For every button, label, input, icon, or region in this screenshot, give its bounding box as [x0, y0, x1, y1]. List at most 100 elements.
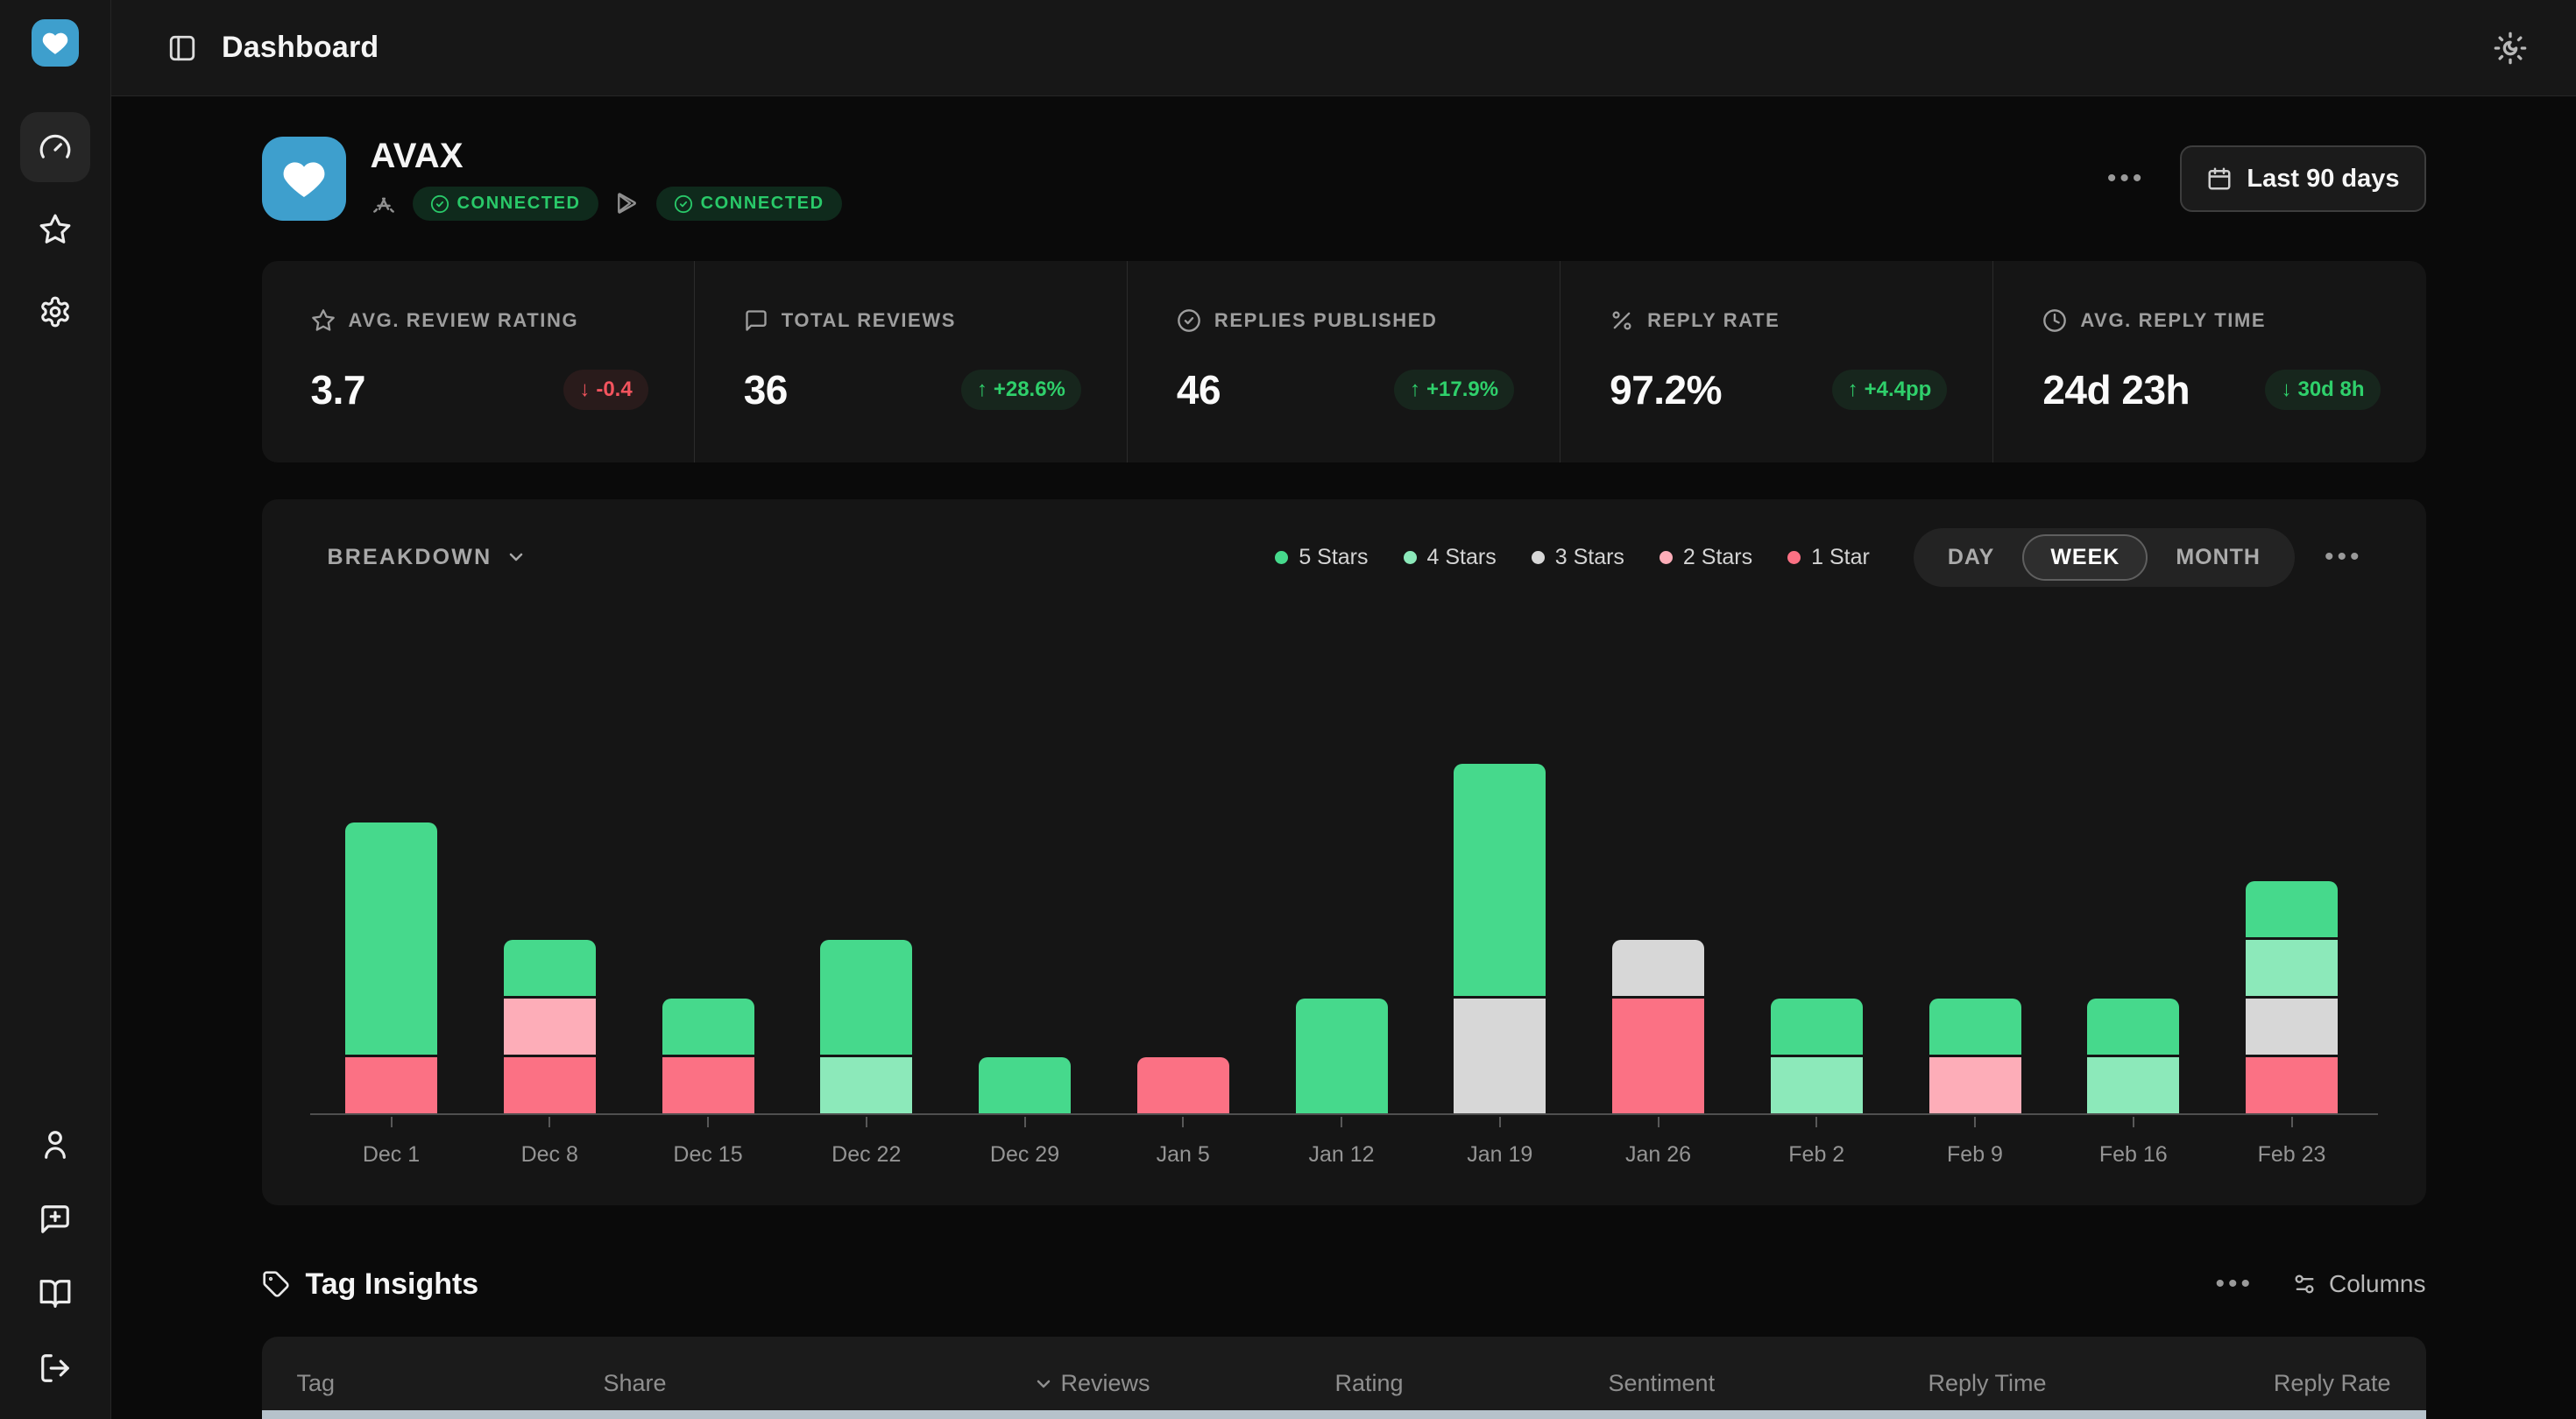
theme-toggle-button[interactable]: [2493, 31, 2528, 66]
axis-tick: [1182, 1117, 1184, 1127]
message-plus-icon: [39, 1203, 72, 1236]
check-circle-icon: [674, 194, 693, 214]
column-header-sentiment[interactable]: Sentiment: [1609, 1370, 1716, 1397]
column-header-rating[interactable]: Rating: [1335, 1370, 1404, 1397]
bar-Jan 5[interactable]: [1137, 1057, 1229, 1113]
period-option-week[interactable]: WEEK: [2022, 534, 2148, 581]
main-content: AVAX CONNECTED CON: [111, 96, 2576, 1419]
bar-segment: [345, 822, 437, 1055]
x-axis-label: Feb 23: [2218, 1142, 2367, 1168]
user-icon: [39, 1128, 72, 1161]
column-header-reply-time[interactable]: Reply Time: [1928, 1370, 2047, 1397]
bar-segment: [979, 1057, 1071, 1113]
stat-replies-published: REPLIES PUBLISHED 46 ↑+17.9%: [1127, 261, 1560, 462]
sidebar-toggle-button[interactable]: [167, 33, 197, 63]
tag-insights-header: Tag Insights Columns: [262, 1261, 2426, 1307]
axis-tick: [1341, 1117, 1342, 1127]
sidebar-item-account[interactable]: [20, 1110, 90, 1180]
column-header-reply-rate[interactable]: Reply Rate: [2274, 1370, 2391, 1397]
stat-delta-badge: ↓-0.4: [563, 370, 648, 410]
bar-segment: [504, 1057, 596, 1113]
app-store-status-badge: CONNECTED: [413, 187, 598, 221]
sidebar-item-docs[interactable]: [20, 1259, 90, 1329]
legend-dot: [1660, 551, 1673, 564]
axis-tick: [2133, 1117, 2134, 1127]
bar-Dec 8[interactable]: [504, 940, 596, 1113]
sidebar: [0, 0, 111, 1419]
legend-item: 4 Stars: [1404, 545, 1497, 570]
bar-segment: [662, 999, 754, 1055]
bar-Feb 16[interactable]: [2087, 999, 2179, 1113]
sidebar-item-settings[interactable]: [20, 277, 90, 347]
bar-segment: [2246, 881, 2338, 937]
x-axis-label: Jan 12: [1267, 1142, 1416, 1168]
chart-more-icon[interactable]: [2325, 544, 2363, 570]
stat-delta-badge: ↑+28.6%: [961, 370, 1081, 410]
star-icon: [311, 308, 336, 333]
sun-moon-icon: [2493, 31, 2528, 66]
legend-item: 5 Stars: [1275, 545, 1368, 570]
bar-segment: [2087, 1057, 2179, 1113]
bar-segment: [1137, 1057, 1229, 1113]
column-header-reviews[interactable]: Reviews: [1033, 1370, 1150, 1397]
stat-delta-badge: ↑+4.4pp: [1832, 370, 1948, 410]
bar-Feb 23[interactable]: [2246, 881, 2338, 1113]
kpi-stats-panel: AVG. REVIEW RATING 3.7 ↓-0.4 TOTAL REVIE…: [262, 261, 2426, 462]
bar-segment: [2246, 1057, 2338, 1113]
legend-item: 1 Star: [1787, 545, 1870, 570]
app-store-icon: [371, 191, 397, 217]
page-title: Dashboard: [222, 31, 379, 65]
bar-Dec 15[interactable]: [662, 999, 754, 1113]
table-row-strip: [262, 1410, 2426, 1419]
bar-Feb 9[interactable]: [1929, 999, 2021, 1113]
more-actions-icon[interactable]: [2107, 166, 2146, 192]
bar-Dec 29[interactable]: [979, 1057, 1071, 1113]
chart-legend: 5 Stars 4 Stars 3 Stars 2 Stars 1 Star: [1275, 545, 1870, 570]
axis-tick: [1815, 1117, 1817, 1127]
clock-icon: [2042, 308, 2067, 333]
bar-Feb 2[interactable]: [1771, 999, 1863, 1113]
bar-Dec 1[interactable]: [345, 822, 437, 1113]
breakdown-selector[interactable]: BREAKDOWN: [328, 545, 527, 570]
app-logo[interactable]: [32, 19, 79, 67]
bar-segment: [504, 940, 596, 996]
bar-segment: [1929, 999, 2021, 1055]
heart-icon: [40, 28, 70, 58]
legend-dot: [1275, 551, 1288, 564]
bar-Jan 19[interactable]: [1454, 764, 1546, 1113]
bar-segment: [1454, 764, 1546, 996]
axis-tick: [548, 1117, 550, 1127]
bar-segment: [662, 1057, 754, 1113]
chart-plot: Dec 1Dec 8Dec 15Dec 22Dec 29Jan 5Jan 12J…: [310, 597, 2378, 1115]
period-toggle: DAY WEEK MONTH: [1914, 528, 2295, 587]
bar-Jan 26[interactable]: [1612, 940, 1704, 1113]
period-option-month[interactable]: MONTH: [2148, 534, 2289, 581]
bar-segment: [1612, 940, 1704, 996]
breakdown-chart-panel: BREAKDOWN 5 Stars 4 Stars 3 Stars 2 Star…: [262, 499, 2426, 1205]
topbar: Dashboard: [111, 0, 2576, 96]
legend-dot: [1787, 551, 1801, 564]
star-icon: [39, 213, 72, 246]
date-range-button[interactable]: Last 90 days: [2180, 145, 2425, 212]
sidebar-item-dashboard[interactable]: [20, 112, 90, 182]
stat-delta-badge: ↑+17.9%: [1394, 370, 1514, 410]
columns-button[interactable]: Columns: [2292, 1270, 2425, 1298]
sidebar-item-feedback[interactable]: [20, 1184, 90, 1254]
bar-Jan 12[interactable]: [1296, 999, 1388, 1113]
stat-avg-review-rating: AVG. REVIEW RATING 3.7 ↓-0.4: [262, 261, 694, 462]
sidebar-item-logout[interactable]: [20, 1333, 90, 1403]
column-header-tag[interactable]: Tag: [297, 1370, 336, 1397]
column-header-share[interactable]: Share: [604, 1370, 667, 1397]
tag-icon: [262, 1270, 290, 1298]
bar-segment: [1454, 999, 1546, 1113]
legend-item: 2 Stars: [1660, 545, 1752, 570]
period-option-day[interactable]: DAY: [1920, 534, 2023, 581]
stat-value: 36: [744, 366, 788, 413]
table-more-icon[interactable]: [2216, 1271, 2254, 1297]
chevron-down-icon: [506, 547, 527, 568]
bar-Dec 22[interactable]: [820, 940, 912, 1113]
sidebar-item-reviews[interactable]: [20, 194, 90, 265]
bar-segment: [1612, 999, 1704, 1113]
axis-tick: [1024, 1117, 1026, 1127]
x-axis-label: Jan 19: [1426, 1142, 1575, 1168]
